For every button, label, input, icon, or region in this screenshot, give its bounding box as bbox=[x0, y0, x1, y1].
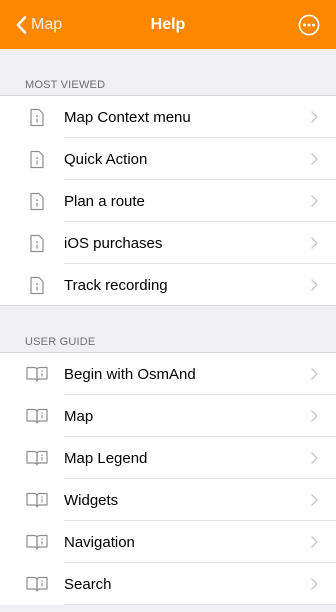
help-item-label: Plan a route bbox=[64, 192, 145, 210]
help-item-map[interactable]: Map bbox=[0, 395, 336, 437]
help-item-begin-with-osmand[interactable]: Begin with OsmAnd bbox=[0, 353, 336, 395]
help-item-label: Quick Action bbox=[64, 150, 148, 168]
book-icon bbox=[25, 448, 49, 468]
chevron-left-icon bbox=[16, 15, 27, 34]
book-icon bbox=[25, 532, 49, 552]
help-item-map-context-menu[interactable]: Map Context menu bbox=[0, 96, 336, 138]
help-item-navigation[interactable]: Navigation bbox=[0, 521, 336, 563]
chevron-right-icon bbox=[311, 368, 318, 380]
chevron-right-icon bbox=[311, 578, 318, 590]
help-item-label: Navigation bbox=[64, 533, 135, 551]
book-icon bbox=[25, 574, 49, 594]
help-item-search[interactable]: Search bbox=[0, 563, 336, 605]
back-button-label: Map bbox=[31, 15, 63, 33]
help-item-label: Map Legend bbox=[64, 449, 148, 467]
chevron-right-icon bbox=[311, 536, 318, 548]
help-item-label: Search bbox=[64, 575, 112, 593]
help-item-label: Begin with OsmAnd bbox=[64, 365, 196, 383]
help-item-ios-purchases[interactable]: iOS purchases bbox=[0, 222, 336, 264]
help-item-quick-action[interactable]: Quick Action bbox=[0, 138, 336, 180]
navigation-bar: Map Help bbox=[0, 0, 336, 49]
document-info-icon bbox=[25, 275, 49, 295]
document-info-icon bbox=[25, 233, 49, 253]
document-info-icon bbox=[25, 191, 49, 211]
book-icon bbox=[25, 406, 49, 426]
user-guide-list: Begin with OsmAnd Map Map Legend Widgets bbox=[0, 353, 336, 605]
section-header-most-viewed: MOST VIEWED bbox=[0, 49, 336, 96]
help-item-label: iOS purchases bbox=[64, 234, 163, 252]
help-item-label: Track recording bbox=[64, 276, 168, 294]
chevron-right-icon bbox=[311, 494, 318, 506]
chevron-right-icon bbox=[311, 452, 318, 464]
help-item-plan-a-route[interactable]: Plan a route bbox=[0, 180, 336, 222]
chevron-right-icon bbox=[311, 195, 318, 207]
chevron-right-icon bbox=[311, 153, 318, 165]
book-icon bbox=[25, 364, 49, 384]
document-info-icon bbox=[25, 107, 49, 127]
help-item-label: Map bbox=[64, 407, 94, 425]
back-button[interactable]: Map bbox=[16, 0, 62, 49]
user-guide-section: USER GUIDE Begin with OsmAnd Map Map Leg… bbox=[0, 322, 336, 605]
chevron-right-icon bbox=[311, 279, 318, 291]
chevron-right-icon bbox=[311, 237, 318, 249]
most-viewed-list: Map Context menu Quick Action Plan a rou… bbox=[0, 96, 336, 306]
document-info-icon bbox=[25, 149, 49, 169]
help-item-track-recording[interactable]: Track recording bbox=[0, 264, 336, 306]
help-item-map-legend[interactable]: Map Legend bbox=[0, 437, 336, 479]
help-item-label: Widgets bbox=[64, 491, 119, 509]
section-header-user-guide: USER GUIDE bbox=[0, 322, 336, 353]
chevron-right-icon bbox=[311, 111, 318, 123]
book-icon bbox=[25, 490, 49, 510]
chevron-right-icon bbox=[311, 410, 318, 422]
more-options-icon[interactable] bbox=[298, 14, 320, 36]
help-item-widgets[interactable]: Widgets bbox=[0, 479, 336, 521]
most-viewed-section: MOST VIEWED Map Context menu Quick Actio… bbox=[0, 49, 336, 306]
help-item-label: Map Context menu bbox=[64, 108, 191, 126]
